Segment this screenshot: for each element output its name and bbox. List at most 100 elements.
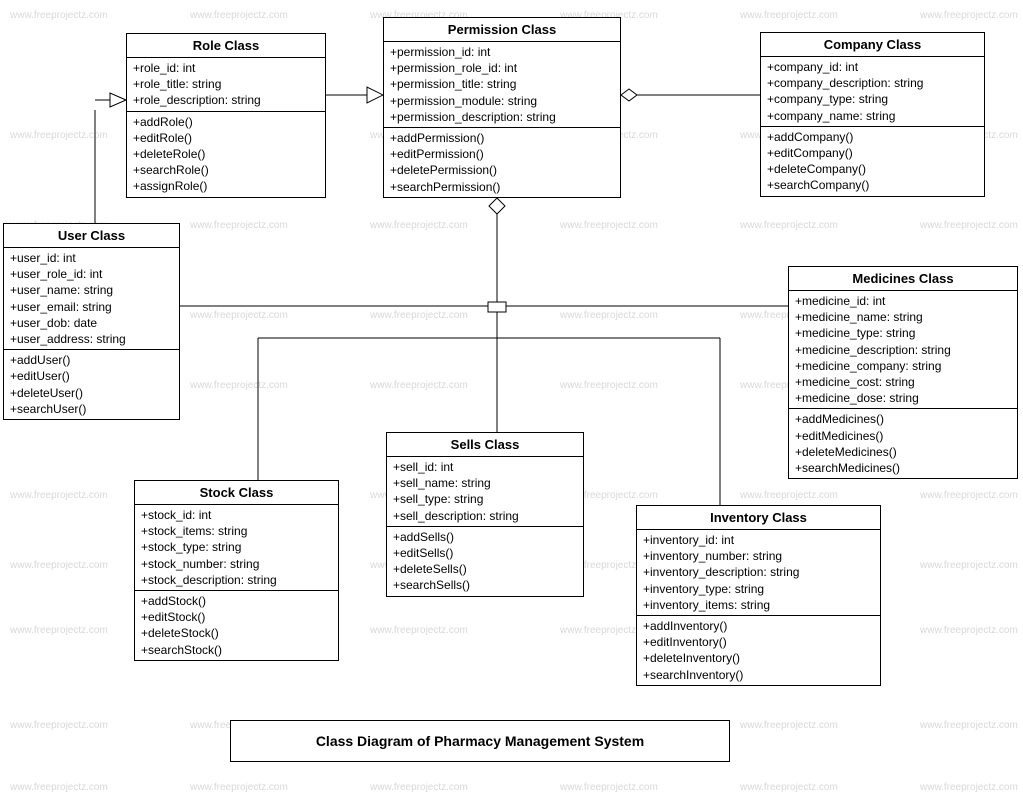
class-member: +user_email: string — [10, 299, 173, 315]
watermark-text: www.freeprojectz.com — [190, 310, 288, 321]
class-member: +sell_id: int — [393, 459, 577, 475]
watermark-text: www.freeprojectz.com — [920, 625, 1018, 636]
class-member: +company_id: int — [767, 59, 978, 75]
watermark-text: www.freeprojectz.com — [920, 220, 1018, 231]
watermark-text: www.freeprojectz.com — [920, 720, 1018, 731]
watermark-text: www.freeprojectz.com — [740, 720, 838, 731]
class-member: +permission_id: int — [390, 44, 614, 60]
class-member: +editUser() — [10, 368, 173, 384]
diagram-title: Class Diagram of Pharmacy Management Sys… — [230, 720, 730, 762]
watermark-text: www.freeprojectz.com — [740, 490, 838, 501]
class-member: +role_description: string — [133, 92, 319, 108]
class-member: +editCompany() — [767, 145, 978, 161]
class-member: +medicine_id: int — [795, 293, 1011, 309]
watermark-text: www.freeprojectz.com — [560, 220, 658, 231]
class-member: +user_role_id: int — [10, 266, 173, 282]
watermark-text: www.freeprojectz.com — [740, 782, 838, 793]
watermark-text: www.freeprojectz.com — [190, 380, 288, 391]
watermark-text: www.freeprojectz.com — [190, 10, 288, 21]
class-stock: Stock Class +stock_id: int+stock_items: … — [134, 480, 339, 661]
class-member: +medicine_type: string — [795, 325, 1011, 341]
class-member: +permission_title: string — [390, 76, 614, 92]
class-member: +addCompany() — [767, 129, 978, 145]
class-member: +stock_id: int — [141, 507, 332, 523]
watermark-text: www.freeprojectz.com — [190, 220, 288, 231]
watermark-text: www.freeprojectz.com — [920, 490, 1018, 501]
class-member: +deleteMedicines() — [795, 444, 1011, 460]
class-medicines: Medicines Class +medicine_id: int+medici… — [788, 266, 1018, 479]
watermark-text: www.freeprojectz.com — [10, 782, 108, 793]
class-title: Medicines Class — [789, 267, 1017, 291]
class-member: +company_description: string — [767, 75, 978, 91]
class-member: +assignRole() — [133, 178, 319, 194]
class-member: +addPermission() — [390, 130, 614, 146]
class-member: +medicine_company: string — [795, 358, 1011, 374]
class-role: Role Class +role_id: int+role_title: str… — [126, 33, 326, 198]
class-member: +searchPermission() — [390, 179, 614, 195]
class-title: Sells Class — [387, 433, 583, 457]
watermark-text: www.freeprojectz.com — [10, 560, 108, 571]
class-member: +role_title: string — [133, 76, 319, 92]
class-attrs: +user_id: int+user_role_id: int+user_nam… — [4, 248, 179, 350]
class-member: +addSells() — [393, 529, 577, 545]
class-member: +deletePermission() — [390, 162, 614, 178]
class-member: +medicine_dose: string — [795, 390, 1011, 406]
class-member: +searchUser() — [10, 401, 173, 417]
class-member: +stock_items: string — [141, 523, 332, 539]
class-member: +editSells() — [393, 545, 577, 561]
watermark-text: www.freeprojectz.com — [10, 720, 108, 731]
class-member: +addMedicines() — [795, 411, 1011, 427]
class-member: +searchMedicines() — [795, 460, 1011, 476]
class-attrs: +role_id: int+role_title: string+role_de… — [127, 58, 325, 112]
watermark-text: www.freeprojectz.com — [920, 782, 1018, 793]
class-member: +editPermission() — [390, 146, 614, 162]
class-member: +editRole() — [133, 130, 319, 146]
watermark-text: www.freeprojectz.com — [920, 560, 1018, 571]
class-member: +user_id: int — [10, 250, 173, 266]
class-member: +company_name: string — [767, 108, 978, 124]
class-member: +editStock() — [141, 609, 332, 625]
class-member: +searchSells() — [393, 577, 577, 593]
class-permission: Permission Class +permission_id: int+per… — [383, 17, 621, 198]
class-member: +addUser() — [10, 352, 173, 368]
class-attrs: +sell_id: int+sell_name: string+sell_typ… — [387, 457, 583, 527]
class-member: +company_type: string — [767, 91, 978, 107]
watermark-text: www.freeprojectz.com — [370, 782, 468, 793]
class-member: +deleteInventory() — [643, 650, 874, 666]
class-attrs: +permission_id: int+permission_role_id: … — [384, 42, 620, 128]
class-member: +medicine_description: string — [795, 342, 1011, 358]
class-title: Company Class — [761, 33, 984, 57]
class-inventory: Inventory Class +inventory_id: int+inven… — [636, 505, 881, 686]
watermark-text: www.freeprojectz.com — [560, 310, 658, 321]
class-title: Role Class — [127, 34, 325, 58]
class-member: +user_name: string — [10, 282, 173, 298]
class-title: Stock Class — [135, 481, 338, 505]
class-member: +user_address: string — [10, 331, 173, 347]
class-company: Company Class +company_id: int+company_d… — [760, 32, 985, 197]
class-member: +user_dob: date — [10, 315, 173, 331]
class-member: +role_id: int — [133, 60, 319, 76]
class-member: +permission_role_id: int — [390, 60, 614, 76]
class-methods: +addUser()+editUser()+deleteUser()+searc… — [4, 350, 179, 419]
class-member: +editInventory() — [643, 634, 874, 650]
watermark-text: www.freeprojectz.com — [560, 380, 658, 391]
watermark-text: www.freeprojectz.com — [740, 220, 838, 231]
class-member: +stock_number: string — [141, 556, 332, 572]
class-member: +stock_type: string — [141, 539, 332, 555]
class-member: +inventory_number: string — [643, 548, 874, 564]
class-methods: +addStock()+editStock()+deleteStock()+se… — [135, 591, 338, 660]
class-attrs: +medicine_id: int+medicine_name: string+… — [789, 291, 1017, 409]
class-member: +deleteRole() — [133, 146, 319, 162]
class-methods: +addCompany()+editCompany()+deleteCompan… — [761, 127, 984, 196]
class-member: +searchStock() — [141, 642, 332, 658]
class-member: +sell_type: string — [393, 491, 577, 507]
class-member: +stock_description: string — [141, 572, 332, 588]
watermark-text: www.freeprojectz.com — [370, 380, 468, 391]
class-member: +deleteCompany() — [767, 161, 978, 177]
class-member: +deleteSells() — [393, 561, 577, 577]
class-methods: +addPermission()+editPermission()+delete… — [384, 128, 620, 197]
watermark-text: www.freeprojectz.com — [740, 10, 838, 21]
class-member: +editMedicines() — [795, 428, 1011, 444]
class-member: +searchCompany() — [767, 177, 978, 193]
class-sells: Sells Class +sell_id: int+sell_name: str… — [386, 432, 584, 597]
